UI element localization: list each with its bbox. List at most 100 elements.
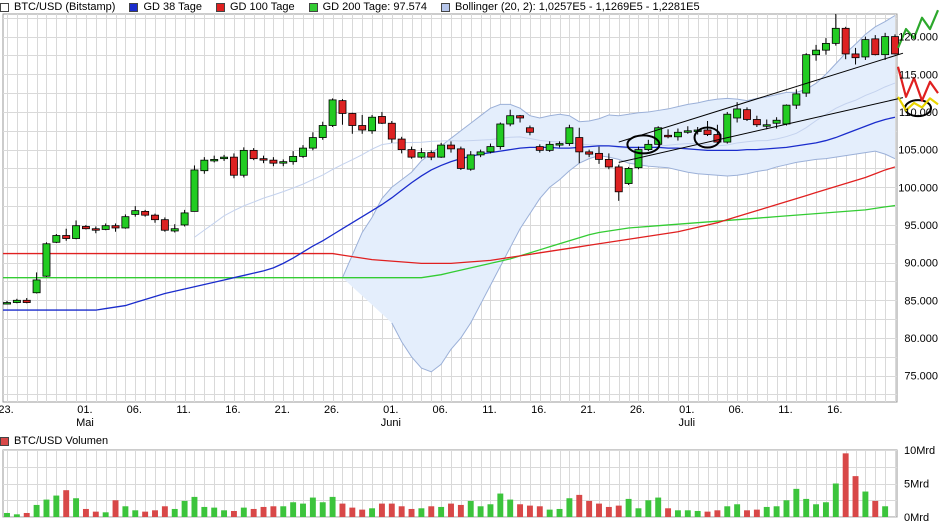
volume-bar xyxy=(33,504,40,517)
volume-bar xyxy=(566,498,573,517)
candle-body xyxy=(733,108,742,119)
chart-canvas: 75.000 80.000 85.000 90.000 95.000 100.000 105… xyxy=(0,9,940,524)
volume-bar xyxy=(526,505,533,517)
candle xyxy=(52,233,61,244)
volume-bar xyxy=(102,512,109,517)
x-tick-label: 06. xyxy=(432,404,447,416)
candle-body xyxy=(190,169,199,212)
volume-bar xyxy=(517,504,524,517)
volume-bar xyxy=(221,510,228,517)
x-tick-label: 06. xyxy=(127,404,142,416)
y-tick-label: 100.000 xyxy=(898,182,938,194)
candle-body xyxy=(299,147,307,157)
candle-body xyxy=(397,138,406,151)
volume-bar xyxy=(171,508,178,517)
volume-bar xyxy=(862,491,869,517)
candle xyxy=(229,153,238,179)
x-tick-label: 01. xyxy=(77,404,92,416)
y-tick-label: 95.000 xyxy=(904,220,938,232)
candle-body xyxy=(3,302,11,305)
candle-body xyxy=(821,42,830,51)
candle-body xyxy=(772,119,781,124)
candle xyxy=(190,165,199,212)
volume-bar xyxy=(605,506,612,517)
y-tick-label: 115.000 xyxy=(899,69,938,81)
volume-bar xyxy=(300,503,306,517)
y-tick-label: 110.000 xyxy=(899,107,938,119)
volume-bar xyxy=(576,494,583,517)
candle-body xyxy=(239,149,248,176)
volume-bar xyxy=(694,510,701,517)
y-tick-label: 105.000 xyxy=(898,145,938,157)
volume-bar xyxy=(388,503,395,517)
candle-body xyxy=(476,151,485,156)
volume-y-tick-label: 10Mrd xyxy=(904,445,935,457)
volume-bar xyxy=(211,507,218,517)
volume-bar xyxy=(882,506,889,517)
candle-body xyxy=(851,53,860,59)
candle-body xyxy=(565,127,574,144)
volume-bar xyxy=(319,502,326,517)
volume-bar xyxy=(438,506,445,517)
volume-bar xyxy=(122,506,129,517)
candle-body xyxy=(447,144,455,150)
volume-bar xyxy=(497,493,504,517)
candle-body xyxy=(101,225,110,230)
candle xyxy=(368,114,377,134)
volume-bar xyxy=(92,511,99,517)
candle-body xyxy=(308,137,317,149)
y-tick-label: 80.000 xyxy=(904,333,938,345)
candle-body xyxy=(328,99,337,126)
x-tick-label: 11. xyxy=(482,404,496,416)
volume-bar xyxy=(645,500,652,517)
candle-body xyxy=(62,235,71,239)
volume-bar xyxy=(53,495,60,517)
candle xyxy=(743,107,751,121)
candle-body xyxy=(673,131,682,138)
volume-bar xyxy=(339,503,346,517)
candle-body xyxy=(358,125,367,131)
candle xyxy=(624,166,633,186)
candle-body xyxy=(831,27,840,44)
x-tick-label: 11. xyxy=(778,404,792,416)
candle-body xyxy=(585,151,594,155)
candle xyxy=(723,111,732,144)
candle-body xyxy=(437,144,446,158)
candle-body xyxy=(841,27,850,55)
candle-body xyxy=(111,225,120,229)
volume-bar xyxy=(280,506,287,517)
candle-body xyxy=(72,225,81,239)
x-month-label: Juni xyxy=(381,417,401,429)
candle-body xyxy=(160,219,169,231)
x-tick-label: 26. xyxy=(324,404,339,416)
candle-body xyxy=(664,134,673,138)
candle xyxy=(456,146,465,170)
volume-bar xyxy=(674,510,681,517)
volume-bar xyxy=(112,500,119,517)
candle-body xyxy=(279,161,288,164)
candle-body xyxy=(812,49,821,56)
candle-body xyxy=(595,152,603,160)
volume-bar xyxy=(13,514,20,517)
candle-body xyxy=(141,210,150,216)
candle-body xyxy=(782,104,791,125)
volume-bar xyxy=(753,509,760,517)
candle-body xyxy=(289,155,298,163)
x-tick-label: 21. xyxy=(580,404,595,416)
volume-bar xyxy=(596,503,602,517)
volume-bar xyxy=(773,506,780,517)
volume-bar xyxy=(586,500,593,517)
volume-bar xyxy=(625,498,632,517)
volume-bar xyxy=(191,496,198,517)
candle-body xyxy=(259,158,268,161)
candle-body xyxy=(220,156,229,160)
volume-bar xyxy=(635,508,642,517)
candle-body xyxy=(12,299,21,303)
volume-bar xyxy=(704,511,711,517)
y-tick-label: 85.000 xyxy=(904,295,938,307)
y-tick-label: 75.000 xyxy=(904,371,938,383)
x-tick-label: 11. xyxy=(176,404,190,416)
candle-body xyxy=(180,212,189,226)
candle-body xyxy=(743,109,751,120)
candle-body xyxy=(575,137,584,153)
